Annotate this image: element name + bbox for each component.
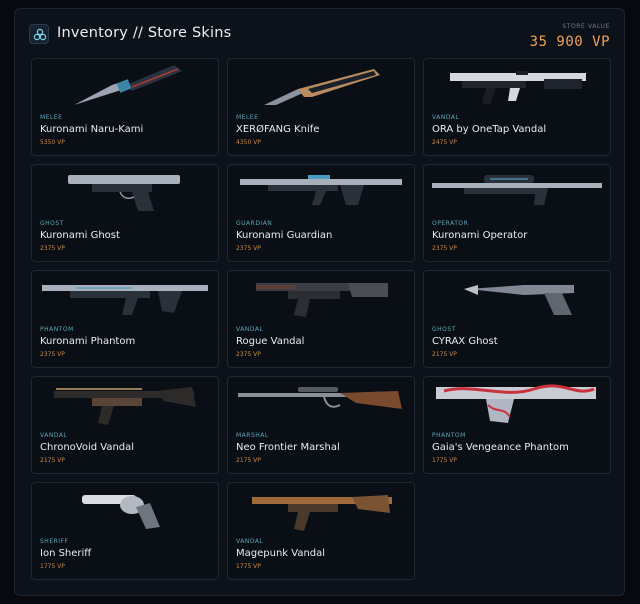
skin-type: GHOST [40, 220, 64, 227]
skin-type: VANDAL [40, 432, 68, 439]
skin-type: OPERATOR [432, 220, 469, 227]
skin-type: GUARDIAN [236, 220, 273, 227]
skin-type: VANDAL [432, 114, 460, 121]
skin-card[interactable]: OPERATOR Kuronami Operator 2375 VP [423, 164, 611, 262]
pistol-icon [68, 175, 180, 211]
skin-name: CYRAX Ghost [432, 336, 498, 347]
sniper-icon [238, 387, 402, 409]
knife-icon [264, 69, 380, 105]
skin-price: 2475 VP [432, 139, 457, 146]
inventory-panel: Inventory // Store Skins STORE VALUE 35 … [14, 8, 625, 596]
skin-name: Neo Frontier Marshal [236, 442, 340, 453]
store-value-label: STORE VALUE [562, 23, 610, 30]
skin-card[interactable]: VANDAL ORA by OneTap Vandal 2475 VP [423, 58, 611, 156]
skin-price: 2375 VP [432, 245, 457, 252]
skin-type: GHOST [432, 326, 456, 333]
inventory-logo-icon [29, 24, 49, 44]
skin-card[interactable]: SHERIFF Ion Sheriff 1775 VP [31, 482, 219, 580]
skin-card[interactable]: MARSHAL Neo Frontier Marshal 2175 VP [227, 376, 415, 474]
skin-card[interactable]: PHANTOM Kuronami Phantom 2375 VP [31, 270, 219, 368]
skin-name: Gaia's Vengeance Phantom [432, 442, 569, 453]
skin-name: Kuronami Phantom [40, 336, 136, 347]
skin-price: 2175 VP [40, 457, 65, 464]
skin-name: ChronoVoid Vandal [40, 442, 135, 453]
pistol-icon [464, 285, 574, 315]
skin-type: PHANTOM [40, 326, 74, 333]
skin-name: Rogue Vandal [236, 336, 305, 347]
skin-price: 2175 VP [432, 351, 457, 358]
skin-price: 2375 VP [236, 351, 261, 358]
skin-name: ORA by OneTap Vandal [432, 124, 547, 135]
skin-card[interactable]: GUARDIAN Kuronami Guardian 2375 VP [227, 164, 415, 262]
rifle-icon [252, 495, 392, 531]
store-value: 35 900 VP [529, 34, 610, 50]
rifle-icon [42, 285, 208, 315]
skin-name: XERØFANG Knife [236, 124, 320, 135]
knife-icon [74, 65, 182, 105]
skin-card[interactable]: GHOST CYRAX Ghost 2175 VP [423, 270, 611, 368]
skin-grid: MELEE Kuronami Naru-Kami 5350 VP MELEE X… [31, 58, 611, 580]
skin-price: 1775 VP [236, 563, 261, 570]
skin-card[interactable]: MELEE XERØFANG Knife 4350 VP [227, 58, 415, 156]
skin-card[interactable]: GHOST Kuronami Ghost 2375 VP [31, 164, 219, 262]
skin-type: SHERIFF [40, 538, 69, 545]
rifle-icon [256, 283, 388, 317]
revolver-icon [82, 495, 160, 529]
rifle-icon [54, 387, 196, 425]
skin-type: MELEE [40, 114, 63, 121]
skin-type: VANDAL [236, 326, 264, 333]
skin-name: Kuronami Naru-Kami [40, 124, 144, 135]
skin-type: PHANTOM [432, 432, 466, 439]
skin-price: 5350 VP [40, 139, 65, 146]
sniper-icon [432, 175, 602, 205]
skin-price: 2375 VP [40, 351, 65, 358]
skin-name: Kuronami Ghost [40, 230, 120, 241]
skin-price: 2175 VP [236, 457, 261, 464]
skin-card[interactable]: PHANTOM Gaia's Vengeance Phantom 1775 VP [423, 376, 611, 474]
skin-name: Kuronami Guardian [236, 230, 333, 241]
skin-type: MARSHAL [236, 432, 269, 439]
skin-type: VANDAL [236, 538, 264, 545]
skin-price: 4350 VP [236, 139, 261, 146]
skin-price: 1775 VP [432, 457, 457, 464]
page-title: Inventory // Store Skins [57, 25, 232, 41]
skin-name: Magepunk Vandal [236, 548, 326, 559]
skin-card[interactable]: VANDAL Magepunk Vandal 1775 VP [227, 482, 415, 580]
rifle-icon [240, 175, 402, 205]
skin-name: Ion Sheriff [40, 548, 92, 559]
rifle-icon [436, 384, 596, 423]
skin-card[interactable]: VANDAL Rogue Vandal 2375 VP [227, 270, 415, 368]
skin-price: 2375 VP [236, 245, 261, 252]
rifle-icon [450, 71, 586, 105]
skin-card[interactable]: VANDAL ChronoVoid Vandal 2175 VP [31, 376, 219, 474]
panel-header: Inventory // Store Skins STORE VALUE 35 … [29, 21, 610, 55]
skin-card[interactable]: MELEE Kuronami Naru-Kami 5350 VP [31, 58, 219, 156]
skin-name: Kuronami Operator [432, 230, 528, 241]
skin-price: 1775 VP [40, 563, 65, 570]
skin-type: MELEE [236, 114, 259, 121]
skin-price: 2375 VP [40, 245, 65, 252]
